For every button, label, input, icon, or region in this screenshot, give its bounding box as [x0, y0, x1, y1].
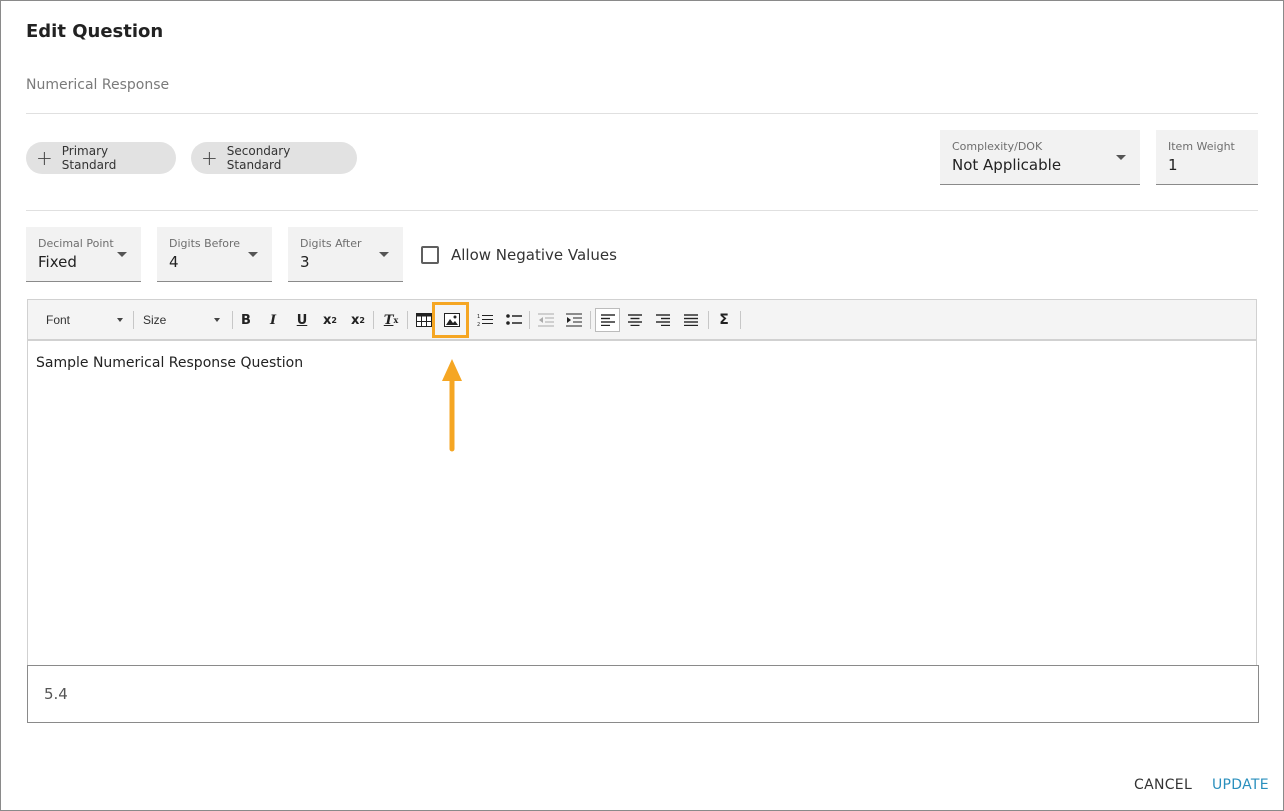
- image-button-highlight: [432, 302, 469, 338]
- font-dropdown-label: Font: [46, 313, 71, 327]
- answer-value: 5.4: [44, 685, 68, 703]
- add-primary-standard-button[interactable]: + Primary Standard: [26, 142, 176, 174]
- item-weight-value: 1: [1168, 156, 1178, 174]
- toolbar-separator: [232, 311, 233, 329]
- complexity-dok-label: Complexity/DOK: [952, 140, 1043, 153]
- toolbar-separator: [407, 311, 408, 329]
- annotation-arrow-icon: [442, 359, 462, 452]
- allow-negative-label: Allow Negative Values: [451, 246, 617, 264]
- answer-input[interactable]: 5.4: [27, 665, 1259, 723]
- svg-text:1: 1: [477, 314, 480, 320]
- align-right-icon[interactable]: [653, 310, 673, 330]
- dropdown-arrow-icon: [248, 252, 258, 257]
- toolbar-separator: [373, 311, 374, 329]
- digits-before-label: Digits Before: [169, 237, 241, 250]
- bold-icon[interactable]: B: [237, 310, 255, 330]
- editor-toolbar: Font Size B I U x2 x2 Tx 12 Σ: [27, 299, 1257, 341]
- question-text: Sample Numerical Response Question: [36, 355, 304, 371]
- update-button[interactable]: UPDATE: [1212, 777, 1269, 793]
- toolbar-separator: [740, 311, 741, 329]
- font-dropdown[interactable]: Font: [46, 310, 126, 330]
- decimal-point-select[interactable]: Decimal Point Fixed: [26, 227, 141, 282]
- complexity-dok-select[interactable]: Complexity/DOK Not Applicable: [940, 130, 1140, 185]
- digits-after-value: 3: [300, 253, 310, 271]
- decimal-point-value: Fixed: [38, 253, 77, 271]
- digits-before-value: 4: [169, 253, 179, 271]
- primary-standard-label: Primary Standard: [61, 144, 117, 172]
- edit-question-dialog: Edit Question Numerical Response + Prima…: [0, 0, 1284, 811]
- allow-negative-checkbox[interactable]: [421, 246, 439, 264]
- add-secondary-standard-button[interactable]: + Secondary Standard: [191, 142, 357, 174]
- table-icon[interactable]: [414, 310, 434, 330]
- align-left-icon[interactable]: [595, 308, 620, 332]
- remove-format-icon[interactable]: Tx: [381, 310, 401, 330]
- plus-icon: +: [36, 146, 53, 170]
- underline-icon[interactable]: U: [293, 310, 311, 330]
- toolbar-separator: [590, 311, 591, 329]
- align-center-icon[interactable]: [625, 310, 645, 330]
- size-dropdown[interactable]: Size: [143, 310, 223, 330]
- item-weight-field[interactable]: Item Weight 1: [1156, 130, 1258, 185]
- toolbar-separator: [133, 311, 134, 329]
- dropdown-arrow-icon: [117, 318, 123, 322]
- dialog-title: Edit Question: [26, 21, 164, 42]
- divider: [26, 210, 1258, 211]
- secondary-standard-label: Secondary Standard: [226, 144, 291, 172]
- math-sigma-icon[interactable]: Σ: [714, 310, 734, 330]
- plus-icon: +: [201, 146, 218, 170]
- bulleted-list-icon[interactable]: [504, 310, 524, 330]
- justify-icon[interactable]: [681, 310, 701, 330]
- digits-before-select[interactable]: Digits Before 4: [157, 227, 272, 282]
- italic-icon[interactable]: I: [264, 310, 282, 330]
- dropdown-arrow-icon: [214, 318, 220, 322]
- size-dropdown-label: Size: [143, 313, 167, 327]
- digits-after-select[interactable]: Digits After 3: [288, 227, 403, 282]
- dropdown-arrow-icon: [117, 252, 127, 257]
- outdent-icon[interactable]: [536, 310, 556, 330]
- question-editor[interactable]: Sample Numerical Response Question: [27, 341, 1257, 666]
- numbered-list-icon[interactable]: 12: [475, 310, 495, 330]
- divider: [26, 113, 1258, 114]
- digits-after-label: Digits After: [300, 237, 362, 250]
- svg-text:2: 2: [477, 322, 480, 327]
- cancel-button[interactable]: CANCEL: [1134, 777, 1192, 793]
- dropdown-arrow-icon: [1116, 155, 1126, 160]
- decimal-point-label: Decimal Point: [38, 237, 114, 250]
- question-type-label: Numerical Response: [26, 77, 170, 93]
- indent-icon[interactable]: [564, 310, 584, 330]
- subscript-icon[interactable]: x2: [321, 310, 339, 330]
- item-weight-label: Item Weight: [1168, 140, 1235, 153]
- complexity-dok-value: Not Applicable: [952, 156, 1062, 174]
- superscript-icon[interactable]: x2: [349, 310, 367, 330]
- toolbar-separator: [708, 311, 709, 329]
- toolbar-separator: [529, 311, 530, 329]
- dropdown-arrow-icon: [379, 252, 389, 257]
